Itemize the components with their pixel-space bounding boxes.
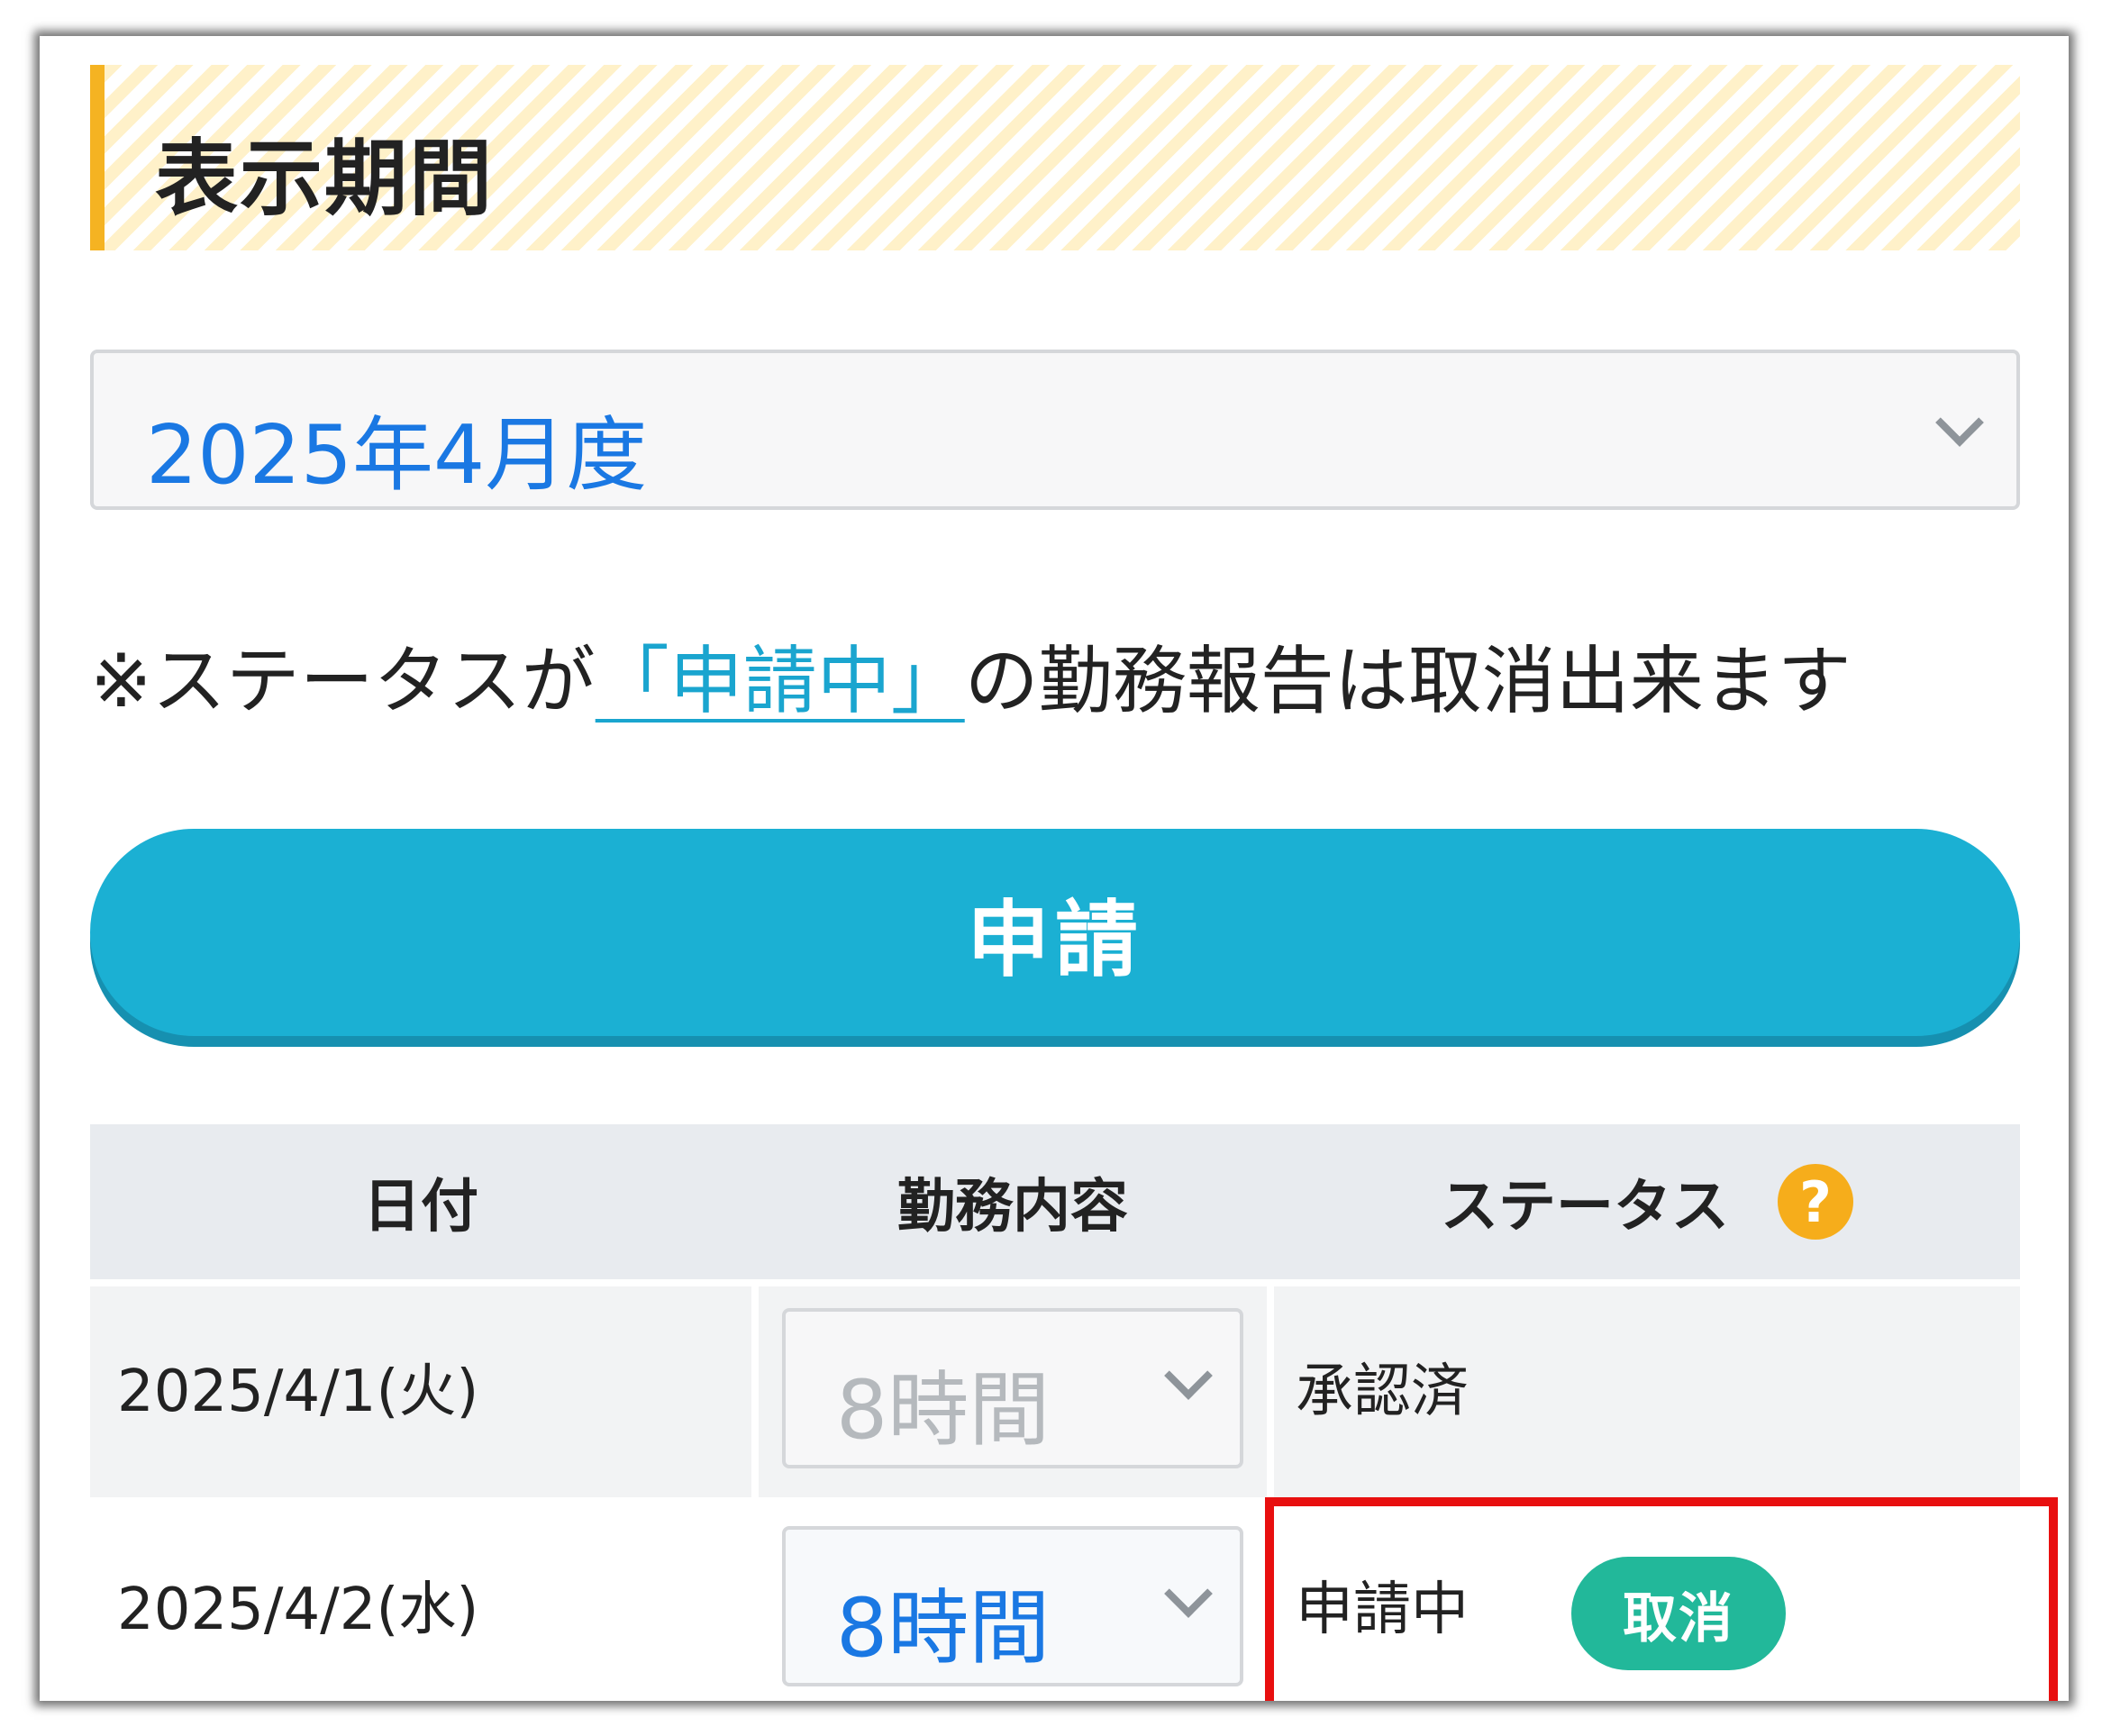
notice-status-link[interactable]: 「申請中」 [596, 639, 965, 724]
section-title: 表示期間 [155, 131, 495, 227]
column-header-work: 勤務内容 [897, 1174, 1128, 1241]
date-text: 2025/4/1(火) [117, 1359, 479, 1425]
hours-select: 8時間 [782, 1308, 1243, 1468]
period-select-value: 2025年4月度 [146, 408, 648, 503]
date-text: 2025/4/2(水) [117, 1577, 479, 1643]
cancel-button[interactable]: 取消 [1571, 1557, 1786, 1670]
date-cell: 2025/4/2(水) [90, 1504, 751, 1701]
table-row: 2025/4/1(火) 8時間 承認済 [90, 1286, 2020, 1497]
hours-select[interactable]: 8時間 [782, 1526, 1243, 1686]
status-text: 申請中 [1296, 1577, 1469, 1643]
period-select[interactable]: 2025年4月度 [90, 350, 2020, 510]
chevron-down-icon [1164, 1569, 1213, 1618]
date-cell: 2025/4/1(火) [90, 1286, 751, 1497]
status-text: 承認済 [1296, 1359, 1469, 1425]
chevron-down-icon [1935, 398, 1984, 447]
table-header: 日付 勤務内容 ステータス ? [90, 1124, 2020, 1279]
status-cell: 申請中 取消 [1274, 1504, 2020, 1701]
apply-button[interactable]: 申請 [90, 829, 2020, 1036]
work-report-table: 日付 勤務内容 ステータス ? 2025/4/1(火) 8時間 承認済 2025… [90, 1124, 2020, 1701]
screen-frame: 表示期間 2025年4月度 ※ステータスが「申請中」の勤務報告は取消出来ます 申… [40, 36, 2069, 1701]
hours-value: 8時間 [836, 1363, 1051, 1458]
column-header-date: 日付 [363, 1174, 478, 1241]
status-cell: 承認済 [1274, 1286, 2020, 1497]
table-row: 2025/4/2(水) 8時間 申請中 取消 [90, 1504, 2020, 1701]
column-header-status-label: ステータス [1441, 1174, 1729, 1241]
help-icon[interactable]: ? [1778, 1164, 1853, 1240]
notice-prefix: ※ステータスが [90, 639, 596, 724]
section-header: 表示期間 [90, 65, 2020, 250]
chevron-down-icon [1164, 1351, 1213, 1400]
work-cell: 8時間 [759, 1286, 1267, 1497]
cancel-notice: ※ステータスが「申請中」の勤務報告は取消出来ます [90, 632, 1852, 732]
hours-value: 8時間 [836, 1581, 1051, 1676]
work-cell: 8時間 [759, 1504, 1267, 1701]
column-header-status: ステータス ? [1274, 1124, 2020, 1279]
notice-suffix: の勤務報告は取消出来ます [964, 639, 1852, 724]
